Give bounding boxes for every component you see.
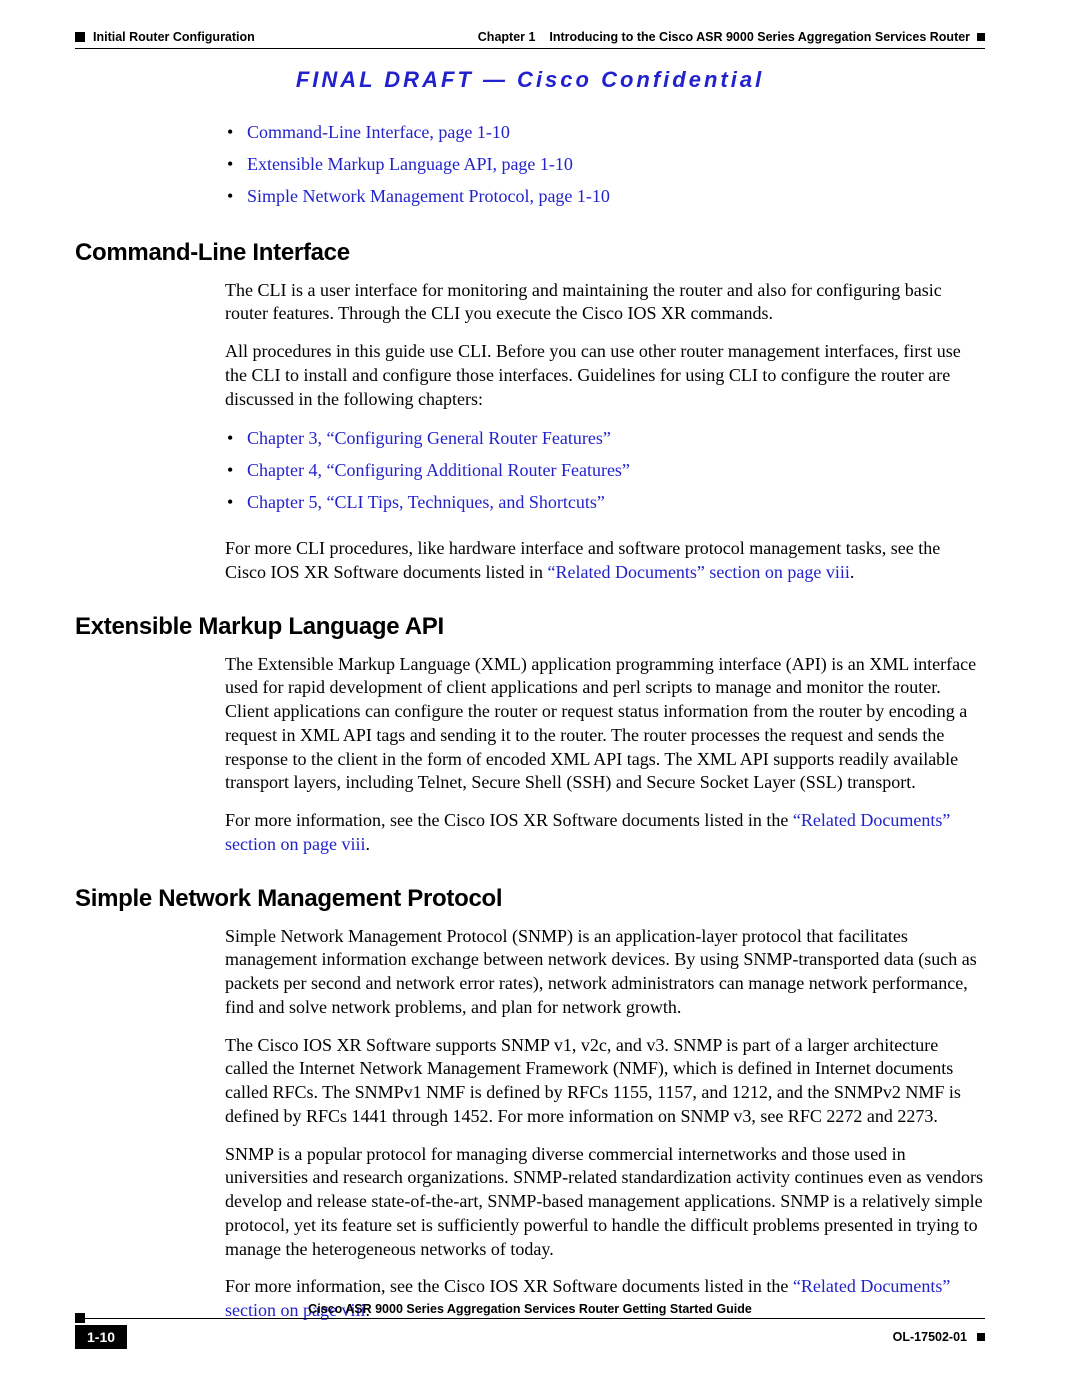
list-item: Chapter 3, “Configuring General Router F… <box>225 425 985 453</box>
list-item: Chapter 4, “Configuring Additional Route… <box>225 457 985 485</box>
doc-number-block: OL-17502-01 <box>893 1330 985 1344</box>
text-run: . <box>850 562 855 582</box>
top-link-block: Command-Line Interface, page 1-10 Extens… <box>225 119 985 211</box>
paragraph: All procedures in this guide use CLI. Be… <box>225 340 985 411</box>
paragraph: Simple Network Management Protocol (SNMP… <box>225 925 985 1020</box>
header-section-label: Initial Router Configuration <box>93 30 255 44</box>
header-chapter-title: Introducing to the Cisco ASR 9000 Series… <box>549 30 970 44</box>
paragraph: SNMP is a popular protocol for managing … <box>225 1143 985 1262</box>
page-footer: Cisco ASR 9000 Series Aggregation Servic… <box>75 1302 985 1349</box>
square-icon <box>75 1313 85 1323</box>
section-heading-snmp: Simple Network Management Protocol <box>75 885 985 913</box>
footer-bottom: 1-10 OL-17502-01 <box>75 1325 985 1349</box>
section-heading-cli: Command-Line Interface <box>75 239 985 267</box>
section-heading-xml: Extensible Markup Language API <box>75 613 985 641</box>
list-item: Extensible Markup Language API, page 1-1… <box>225 151 985 179</box>
page-header: Initial Router Configuration Chapter 1 I… <box>75 30 985 46</box>
footer-title-row: Cisco ASR 9000 Series Aggregation Servic… <box>75 1302 985 1319</box>
list-item: Chapter 5, “CLI Tips, Techniques, and Sh… <box>225 489 985 517</box>
text-run: . <box>365 834 370 854</box>
section-body-xml: The Extensible Markup Language (XML) app… <box>225 653 985 857</box>
link-list: Command-Line Interface, page 1-10 Extens… <box>225 119 985 211</box>
xref-link[interactable]: Command-Line Interface, page 1-10 <box>247 122 510 142</box>
section-body-snmp: Simple Network Management Protocol (SNMP… <box>225 925 985 1323</box>
paragraph: For more CLI procedures, like hardware i… <box>225 537 985 585</box>
paragraph: The Extensible Markup Language (XML) app… <box>225 653 985 796</box>
page: Initial Router Configuration Chapter 1 I… <box>0 0 1080 1397</box>
xref-link[interactable]: Chapter 5, “CLI Tips, Techniques, and Sh… <box>247 492 605 512</box>
header-rule <box>75 48 985 49</box>
link-list: Chapter 3, “Configuring General Router F… <box>225 425 985 517</box>
draft-banner: FINAL DRAFT — Cisco Confidential <box>75 67 985 93</box>
text-run: For more information, see the Cisco IOS … <box>225 1276 793 1296</box>
header-left: Initial Router Configuration <box>75 30 255 44</box>
square-icon <box>977 33 985 41</box>
page-number: 1-10 <box>75 1325 127 1349</box>
list-item: Simple Network Management Protocol, page… <box>225 183 985 211</box>
list-item: Command-Line Interface, page 1-10 <box>225 119 985 147</box>
text-run: For more information, see the Cisco IOS … <box>225 810 793 830</box>
section-body-cli: The CLI is a user interface for monitori… <box>225 279 985 585</box>
paragraph: The CLI is a user interface for monitori… <box>225 279 985 327</box>
xref-link[interactable]: Chapter 3, “Configuring General Router F… <box>247 428 611 448</box>
paragraph: For more information, see the Cisco IOS … <box>225 809 985 857</box>
xref-link[interactable]: “Related Documents” section on page viii <box>547 562 849 582</box>
square-icon <box>977 1333 985 1341</box>
header-chapter-prefix: Chapter 1 <box>478 30 536 44</box>
xref-link[interactable]: Extensible Markup Language API, page 1-1… <box>247 154 573 174</box>
doc-number: OL-17502-01 <box>893 1330 967 1344</box>
xref-link[interactable]: Chapter 4, “Configuring Additional Route… <box>247 460 630 480</box>
paragraph: The Cisco IOS XR Software supports SNMP … <box>225 1034 985 1129</box>
footer-doc-title: Cisco ASR 9000 Series Aggregation Servic… <box>308 1302 752 1316</box>
header-right: Chapter 1 Introducing to the Cisco ASR 9… <box>478 30 985 44</box>
xref-link[interactable]: Simple Network Management Protocol, page… <box>247 186 610 206</box>
square-icon <box>75 32 85 42</box>
